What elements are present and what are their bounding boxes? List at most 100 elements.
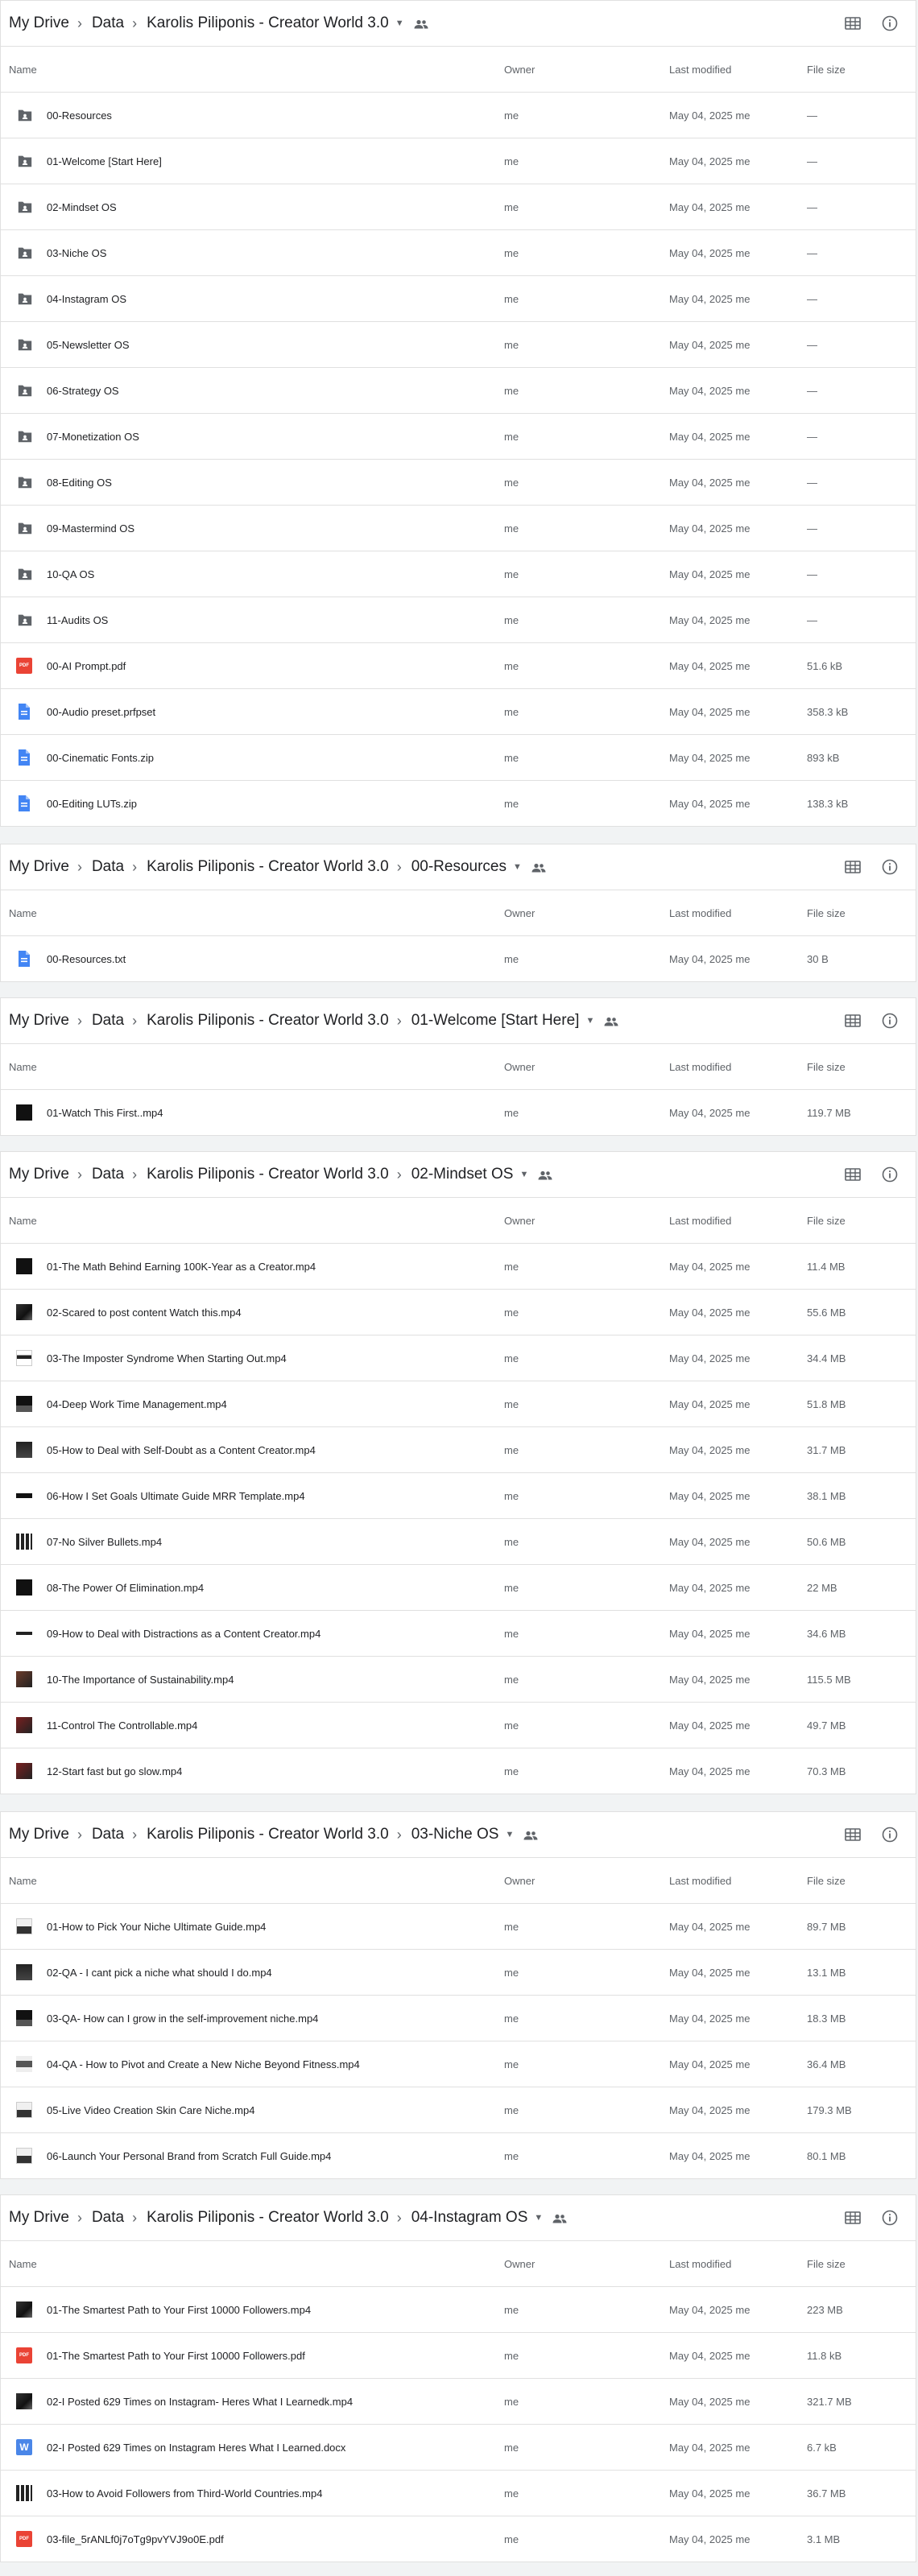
file-name[interactable]: 03-file_5rANLf0j7oTg9pvYVJ9o0E.pdf bbox=[47, 2533, 224, 2545]
column-header-file-size[interactable]: File size bbox=[807, 1215, 912, 1227]
file-row[interactable]: 03-QA- How can I grow in the self-improv… bbox=[1, 1996, 916, 2041]
caret-down-icon[interactable]: ▼ bbox=[513, 862, 522, 872]
file-name-cell[interactable]: 10-QA OS bbox=[1, 566, 504, 582]
file-name[interactable]: 01-The Smartest Path to Your First 10000… bbox=[47, 2304, 311, 2316]
breadcrumb-item[interactable]: Karolis Piliponis - Creator World 3.0 bbox=[147, 1826, 389, 1843]
file-row[interactable]: 01-The Math Behind Earning 100K-Year as … bbox=[1, 1244, 916, 1290]
file-name-cell[interactable]: 07-No Silver Bullets.mp4 bbox=[1, 1534, 504, 1550]
file-name-cell[interactable]: 06-Launch Your Personal Brand from Scrat… bbox=[1, 2148, 504, 2164]
current-folder-title[interactable]: 04-Instagram OS bbox=[411, 2209, 528, 2227]
file-name-cell[interactable]: PDF 00-AI Prompt.pdf bbox=[1, 658, 504, 674]
file-row[interactable]: W 02-I Posted 629 Times on Instagram Here… bbox=[1, 2425, 916, 2471]
column-header-last-modified[interactable]: Last modified bbox=[669, 2258, 807, 2270]
file-name[interactable]: 00-Resources bbox=[47, 109, 112, 122]
file-name[interactable]: 11-Audits OS bbox=[47, 614, 108, 626]
file-name-cell[interactable]: 03-Niche OS bbox=[1, 245, 504, 261]
file-name[interactable]: 01-How to Pick Your Niche Ultimate Guide… bbox=[47, 1921, 266, 1933]
column-header-last-modified[interactable]: Last modified bbox=[669, 1215, 807, 1227]
file-name-cell[interactable]: PDF 01-The Smartest Path to Your First 10… bbox=[1, 2347, 504, 2363]
file-name-cell[interactable]: 02-I Posted 629 Times on Instagram- Here… bbox=[1, 2393, 504, 2409]
column-header-file-size[interactable]: File size bbox=[807, 1061, 912, 1073]
column-header-last-modified[interactable]: Last modified bbox=[669, 64, 807, 76]
file-name-cell[interactable]: 00-Resources bbox=[1, 107, 504, 123]
file-row[interactable]: 00-Audio preset.prfpset me May 04, 2025 me… bbox=[1, 689, 916, 735]
current-folder-title[interactable]: 03-Niche OS bbox=[411, 1826, 499, 1843]
file-name-cell[interactable]: 02-QA - I cant pick a niche what should … bbox=[1, 1964, 504, 1980]
file-row[interactable]: 05-How to Deal with Self-Doubt as a Cont… bbox=[1, 1427, 916, 1473]
file-name-cell[interactable]: 05-Live Video Creation Skin Care Niche.m… bbox=[1, 2102, 504, 2118]
file-name-cell[interactable]: 08-The Power Of Elimination.mp4 bbox=[1, 1579, 504, 1596]
breadcrumb-item[interactable]: My Drive bbox=[9, 858, 69, 876]
file-name-cell[interactable]: 06-How I Set Goals Ultimate Guide MRR Te… bbox=[1, 1488, 504, 1504]
file-name[interactable]: 09-How to Deal with Distractions as a Co… bbox=[47, 1628, 320, 1640]
file-name-cell[interactable]: 00-Audio preset.prfpset bbox=[1, 703, 504, 720]
file-name-cell[interactable]: 02-Mindset OS bbox=[1, 199, 504, 215]
breadcrumb-item[interactable]: Data bbox=[92, 1166, 124, 1183]
file-row[interactable]: 02-Scared to post content Watch this.mp4… bbox=[1, 1290, 916, 1335]
file-row[interactable]: 00-Resources.txt me May 04, 2025 me 30 B bbox=[1, 936, 916, 981]
breadcrumb-item[interactable]: Karolis Piliponis - Creator World 3.0 bbox=[147, 1012, 389, 1030]
file-name[interactable]: 03-How to Avoid Followers from Third-Wor… bbox=[47, 2487, 322, 2500]
file-name[interactable]: 02-I Posted 629 Times on Instagram Heres… bbox=[47, 2442, 345, 2454]
column-header-owner[interactable]: Owner bbox=[504, 64, 669, 76]
file-name-cell[interactable]: 03-How to Avoid Followers from Third-Wor… bbox=[1, 2485, 504, 2501]
grid-view-icon[interactable] bbox=[845, 1013, 861, 1028]
caret-down-icon[interactable]: ▼ bbox=[505, 1830, 514, 1839]
info-icon[interactable] bbox=[882, 1166, 898, 1183]
breadcrumb-item[interactable]: Karolis Piliponis - Creator World 3.0 bbox=[147, 1166, 389, 1183]
caret-down-icon[interactable]: ▼ bbox=[395, 19, 404, 28]
file-name[interactable]: 10-QA OS bbox=[47, 568, 94, 580]
current-folder-title[interactable]: 01-Welcome [Start Here] bbox=[411, 1012, 580, 1030]
file-row[interactable]: 01-The Smartest Path to Your First 10000… bbox=[1, 2287, 916, 2333]
file-row[interactable]: 08-The Power Of Elimination.mp4 me May 04,… bbox=[1, 1565, 916, 1611]
file-name[interactable]: 08-The Power Of Elimination.mp4 bbox=[47, 1582, 204, 1594]
column-header-file-size[interactable]: File size bbox=[807, 1875, 912, 1887]
file-name-cell[interactable]: 10-The Importance of Sustainability.mp4 bbox=[1, 1671, 504, 1687]
file-name[interactable]: 04-Instagram OS bbox=[47, 293, 126, 305]
file-row[interactable]: 11-Audits OS me May 04, 2025 me — bbox=[1, 597, 916, 643]
grid-view-icon[interactable] bbox=[845, 1167, 861, 1182]
column-header-name[interactable]: Name bbox=[1, 2258, 504, 2270]
file-name-cell[interactable]: 12-Start fast but go slow.mp4 bbox=[1, 1763, 504, 1779]
file-name[interactable]: 02-Mindset OS bbox=[47, 201, 117, 213]
file-row[interactable]: 03-How to Avoid Followers from Third-Wor… bbox=[1, 2471, 916, 2516]
file-name-cell[interactable]: 00-Editing LUTs.zip bbox=[1, 795, 504, 812]
file-name-cell[interactable]: 09-How to Deal with Distractions as a Co… bbox=[1, 1625, 504, 1641]
file-row[interactable]: 01-Welcome [Start Here] me May 04, 2025 me… bbox=[1, 138, 916, 184]
file-name[interactable]: 11-Control The Controllable.mp4 bbox=[47, 1719, 197, 1732]
breadcrumb-item[interactable]: My Drive bbox=[9, 14, 69, 32]
file-row[interactable]: PDF 01-The Smartest Path to Your First 10… bbox=[1, 2333, 916, 2379]
file-name[interactable]: 01-Welcome [Start Here] bbox=[47, 155, 162, 167]
column-header-name[interactable]: Name bbox=[1, 1875, 504, 1887]
grid-view-icon[interactable] bbox=[845, 1827, 861, 1842]
file-name[interactable]: 04-Deep Work Time Management.mp4 bbox=[47, 1398, 227, 1410]
file-name[interactable]: 01-The Math Behind Earning 100K-Year as … bbox=[47, 1261, 316, 1273]
breadcrumb-item[interactable]: Karolis Piliponis - Creator World 3.0 bbox=[147, 2209, 389, 2227]
file-row[interactable]: 06-Launch Your Personal Brand from Scrat… bbox=[1, 2133, 916, 2178]
file-name-cell[interactable]: 05-Newsletter OS bbox=[1, 336, 504, 353]
file-name[interactable]: 07-No Silver Bullets.mp4 bbox=[47, 1536, 162, 1548]
file-row[interactable]: 00-Cinematic Fonts.zip me May 04, 2025 me 8… bbox=[1, 735, 916, 781]
file-name-cell[interactable]: 01-Watch This First..mp4 bbox=[1, 1104, 504, 1121]
file-name-cell[interactable]: 07-Monetization OS bbox=[1, 428, 504, 444]
column-header-name[interactable]: Name bbox=[1, 907, 504, 919]
file-row[interactable]: 02-I Posted 629 Times on Instagram- Here… bbox=[1, 2379, 916, 2425]
info-icon[interactable] bbox=[882, 2210, 898, 2226]
file-name-cell[interactable]: 00-Cinematic Fonts.zip bbox=[1, 749, 504, 766]
file-name-cell[interactable]: 06-Strategy OS bbox=[1, 382, 504, 398]
file-name-cell[interactable]: 03-QA- How can I grow in the self-improv… bbox=[1, 2010, 504, 2026]
file-row[interactable]: 09-Mastermind OS me May 04, 2025 me — bbox=[1, 506, 916, 551]
file-name-cell[interactable]: 01-The Math Behind Earning 100K-Year as … bbox=[1, 1258, 504, 1274]
file-name[interactable]: 01-The Smartest Path to Your First 10000… bbox=[47, 2350, 305, 2362]
breadcrumb-item[interactable]: Karolis Piliponis - Creator World 3.0 bbox=[147, 858, 389, 876]
breadcrumb-item[interactable]: Data bbox=[92, 1826, 124, 1843]
file-name[interactable]: 05-How to Deal with Self-Doubt as a Cont… bbox=[47, 1444, 316, 1456]
file-name-cell[interactable]: 11-Audits OS bbox=[1, 612, 504, 628]
info-icon[interactable] bbox=[882, 1013, 898, 1029]
file-name-cell[interactable]: 11-Control The Controllable.mp4 bbox=[1, 1717, 504, 1733]
caret-down-icon[interactable]: ▼ bbox=[519, 1170, 528, 1179]
file-name-cell[interactable]: 08-Editing OS bbox=[1, 474, 504, 490]
column-header-owner[interactable]: Owner bbox=[504, 1061, 669, 1073]
column-header-last-modified[interactable]: Last modified bbox=[669, 907, 807, 919]
file-row[interactable]: PDF 03-file_5rANLf0j7oTg9pvYVJ9o0E.pdf me M… bbox=[1, 2516, 916, 2562]
